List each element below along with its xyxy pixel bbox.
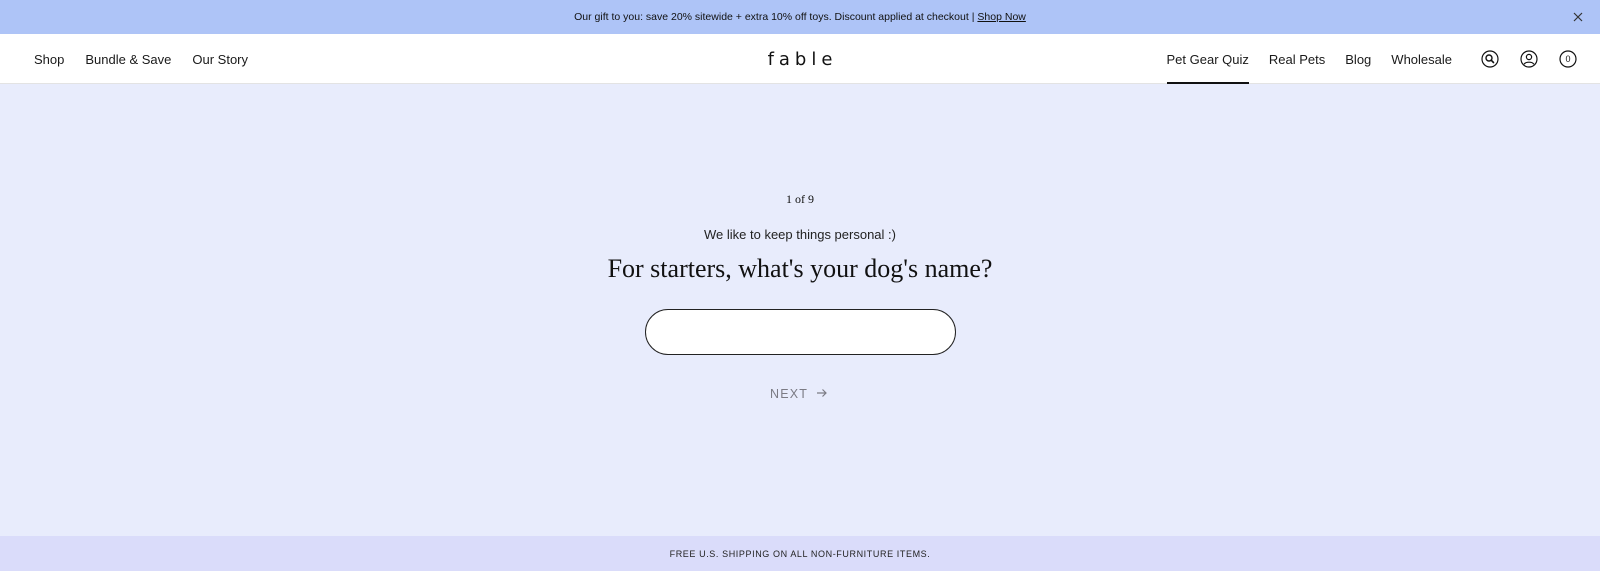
nav-pet-gear-quiz[interactable]: Pet Gear Quiz — [1166, 34, 1250, 84]
quiz-question: For starters, what's your dog's name? — [607, 254, 993, 283]
search-icon[interactable] — [1480, 49, 1500, 69]
account-icon[interactable] — [1519, 49, 1539, 69]
cart-count: 0 — [1565, 54, 1571, 64]
next-button[interactable]: NEXT — [770, 384, 828, 404]
nav-our-story[interactable]: Our Story — [192, 34, 248, 84]
quiz-subtitle: We like to keep things personal :) — [704, 227, 896, 242]
logo[interactable]: fable — [763, 49, 838, 70]
site-header: Shop Bundle & Save Our Story fable Pet G… — [0, 34, 1600, 84]
announcement-bar: Our gift to you: save 20% sitewide + ext… — [0, 0, 1600, 34]
cart-icon[interactable]: 0 — [1558, 49, 1578, 69]
nav-wholesale[interactable]: Wholesale — [1391, 34, 1452, 84]
arrow-right-icon — [816, 387, 828, 401]
nav-blog[interactable]: Blog — [1345, 34, 1371, 84]
nav-real-pets[interactable]: Real Pets — [1269, 34, 1325, 84]
quiz-step-indicator: 1 of 9 — [786, 192, 814, 206]
announcement-text: Our gift to you: save 20% sitewide + ext… — [574, 11, 975, 23]
dog-name-input[interactable] — [645, 309, 956, 355]
nav-bundle-save[interactable]: Bundle & Save — [85, 34, 171, 84]
header-icons: 0 — [1480, 34, 1578, 84]
quiz-main: 1 of 9 We like to keep things personal :… — [0, 84, 1600, 536]
nav-shop[interactable]: Shop — [34, 34, 64, 84]
shop-now-link[interactable]: Shop Now — [977, 11, 1025, 23]
shipping-banner: FREE U.S. SHIPPING ON ALL NON-FURNITURE … — [0, 536, 1600, 571]
primary-nav: Shop Bundle & Save Our Story — [34, 34, 248, 84]
close-icon[interactable] — [1570, 9, 1586, 25]
shipping-text: FREE U.S. SHIPPING ON ALL NON-FURNITURE … — [669, 548, 931, 559]
next-label: NEXT — [770, 387, 809, 401]
secondary-nav: Pet Gear Quiz Real Pets Blog Wholesale — [1166, 34, 1452, 84]
